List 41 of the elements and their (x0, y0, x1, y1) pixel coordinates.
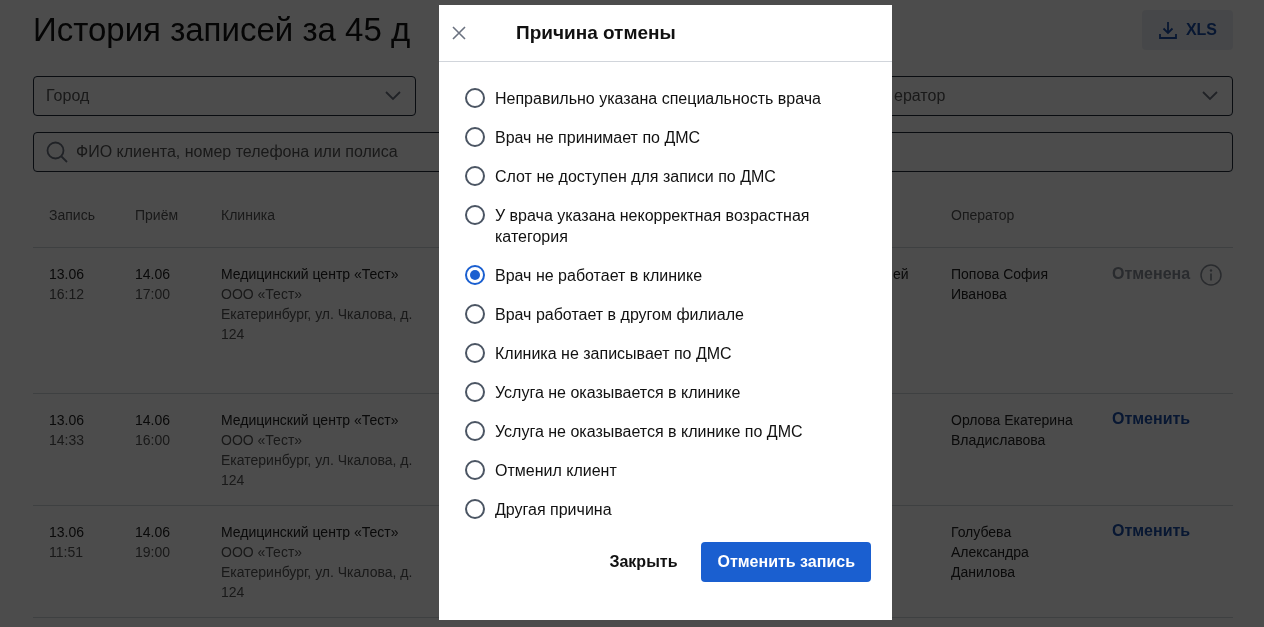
radio-option[interactable]: Другая причина (465, 499, 872, 520)
radio-option[interactable]: У врача указана некорректная возрастная категория (465, 205, 872, 247)
table-cell: ей (893, 266, 909, 282)
radio-button[interactable] (465, 304, 485, 324)
operator-name: Попова София Иванова (951, 265, 1049, 304)
visit-date: 14.06 (135, 265, 172, 284)
record-date: 13.06 (49, 411, 86, 430)
radio-button[interactable] (465, 421, 485, 441)
clinic-name: Медицинский центр «Тест» (221, 523, 400, 542)
radio-option[interactable]: Отменил клиент (465, 460, 872, 481)
radio-option[interactable]: Неправильно указана специальность врача (465, 88, 872, 109)
radio-button[interactable] (465, 265, 485, 285)
radio-option[interactable]: Врач работает в другом филиале (465, 304, 872, 325)
radio-button[interactable] (465, 127, 485, 147)
visit-date: 14.06 (135, 411, 172, 430)
radio-option[interactable]: Врач не работает в клинике (465, 265, 872, 286)
radio-button[interactable] (465, 343, 485, 363)
submit-button[interactable]: Отменить запись (701, 542, 871, 582)
radio-button[interactable] (465, 205, 485, 225)
close-icon (452, 26, 466, 40)
record-date: 13.06 (49, 265, 86, 284)
radio-button[interactable] (465, 166, 485, 186)
radio-option[interactable]: Клиника не записывает по ДМС (465, 343, 872, 364)
clinic-name: Медицинский центр «Тест» (221, 265, 400, 284)
visit-date: 14.06 (135, 523, 172, 542)
radio-option[interactable]: Услуга не оказывается в клинике (465, 382, 872, 403)
radio-option[interactable]: Врач не принимает по ДМС (465, 127, 872, 148)
operator-name: Орлова Екатерина Владиславова (951, 411, 1074, 450)
record-date: 13.06 (49, 523, 86, 542)
page-title: История записей за 45 д (33, 11, 411, 49)
radio-button[interactable] (465, 382, 485, 402)
modal-title: Причина отмены (516, 22, 676, 44)
radio-button[interactable] (465, 88, 485, 108)
radio-option[interactable]: Слот не доступен для записи по ДМС (465, 166, 872, 187)
close-text-button[interactable]: Закрыть (609, 553, 678, 571)
radio-button[interactable] (465, 499, 485, 519)
close-button[interactable] (452, 26, 466, 40)
operator-name: Голубева Александра Данилова (951, 523, 1030, 582)
radio-option[interactable]: Услуга не оказывается в клинике по ДМС (465, 421, 872, 442)
radio-button[interactable] (465, 460, 485, 480)
clinic-name: Медицинский центр «Тест» (221, 411, 400, 430)
